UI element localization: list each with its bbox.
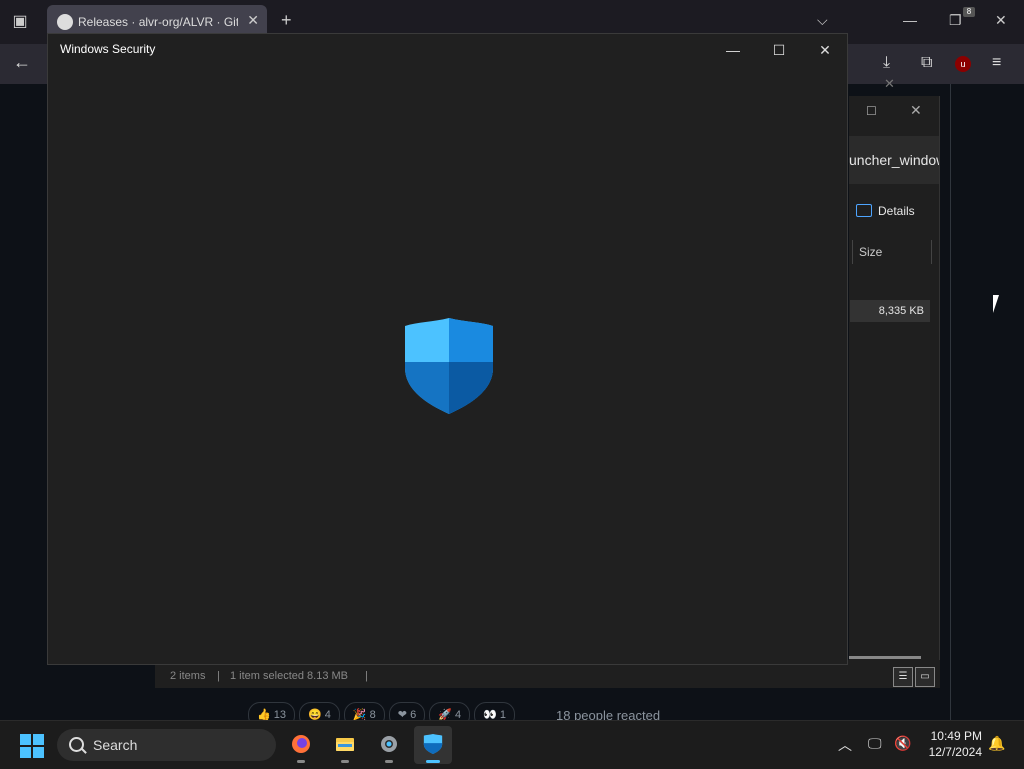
maximize-icon[interactable]: ☐ — [764, 39, 794, 61]
taskbar-windows-security[interactable] — [414, 726, 452, 764]
taskbar-file-explorer[interactable] — [326, 726, 364, 764]
status-separator: | — [365, 670, 368, 682]
file-row-size[interactable]: 8,335 KB — [850, 300, 930, 322]
start-button[interactable] — [20, 734, 44, 758]
clock-time: 10:49 PM — [930, 729, 982, 743]
windows-security-window: Windows Security — ☐ ✕ — [47, 33, 848, 665]
close-icon[interactable]: ✕ — [810, 39, 840, 61]
volume-muted-icon[interactable]: 🔇 — [894, 735, 911, 752]
shield-icon — [423, 734, 443, 754]
mouse-cursor — [993, 295, 1005, 313]
chevron-up-icon[interactable]: ︿ — [838, 735, 852, 755]
tab-title: Releases · alvr-org/ALVR · GitHub — [78, 15, 238, 29]
chevron-down-icon[interactable]: ⌵ — [817, 12, 828, 29]
search-label: Search — [93, 737, 138, 753]
details-pane-icon — [856, 204, 872, 217]
extensions-icon[interactable]: ⧉ — [921, 54, 932, 72]
browser-minimize-icon[interactable]: — — [903, 12, 917, 28]
back-arrow-icon[interactable]: ← — [13, 52, 31, 73]
size-column-header[interactable]: Size — [852, 240, 932, 264]
search-icon — [69, 737, 84, 752]
extension-badge: 8 — [963, 7, 975, 17]
tab-list-icon[interactable]: ▣ — [8, 10, 32, 34]
details-button[interactable]: Details — [856, 204, 915, 218]
github-icon — [57, 14, 73, 30]
browser-restore-icon[interactable]: ❐ — [949, 12, 962, 29]
new-tab-icon[interactable]: + — [281, 10, 292, 31]
ghost-close-icon: ✕ — [884, 76, 895, 91]
explorer-maximize-icon[interactable]: ☐ — [866, 104, 877, 118]
download-icon[interactable]: ⤓ — [883, 54, 890, 72]
file-explorer-window — [849, 96, 940, 688]
minimize-icon[interactable]: — — [718, 39, 748, 61]
network-icon[interactable]: 🖵 — [868, 735, 882, 752]
system-clock[interactable]: 10:49 PM 12/7/2024 — [918, 728, 982, 760]
tiles-view-icon[interactable]: ▭ — [915, 667, 935, 687]
status-selection: 1 item selected 8.13 MB — [230, 670, 349, 682]
shield-icon — [405, 318, 493, 414]
explorer-close-icon[interactable]: ✕ — [910, 102, 922, 119]
horizontal-scrollbar[interactable] — [849, 656, 921, 659]
gear-icon — [381, 736, 397, 752]
explorer-path: uncher_window — [849, 152, 939, 168]
notification-bell-icon[interactable]: 🔔 — [988, 735, 1005, 752]
tab-close-icon[interactable]: ✕ — [247, 12, 259, 29]
status-item-count: 2 items — [170, 670, 206, 682]
folder-icon — [336, 738, 354, 751]
taskbar-firefox[interactable] — [282, 726, 320, 764]
details-view-icon[interactable]: ☰ — [893, 667, 913, 687]
taskbar-settings[interactable] — [370, 726, 408, 764]
window-title: Windows Security — [60, 42, 156, 56]
taskbar: Search ︿ 🖵 🔇 10:49 PM 12/7/2024 🔔 — [0, 720, 1024, 769]
page-divider — [950, 84, 951, 720]
ublock-icon[interactable]: u — [955, 56, 971, 72]
firefox-icon — [292, 735, 310, 753]
details-label: Details — [878, 204, 915, 218]
menu-icon[interactable]: ≡ — [992, 54, 1001, 72]
clock-date: 12/7/2024 — [928, 745, 982, 759]
status-separator: | — [217, 670, 220, 682]
browser-close-icon[interactable]: ✕ — [995, 12, 1007, 29]
taskbar-search[interactable]: Search — [57, 729, 276, 761]
